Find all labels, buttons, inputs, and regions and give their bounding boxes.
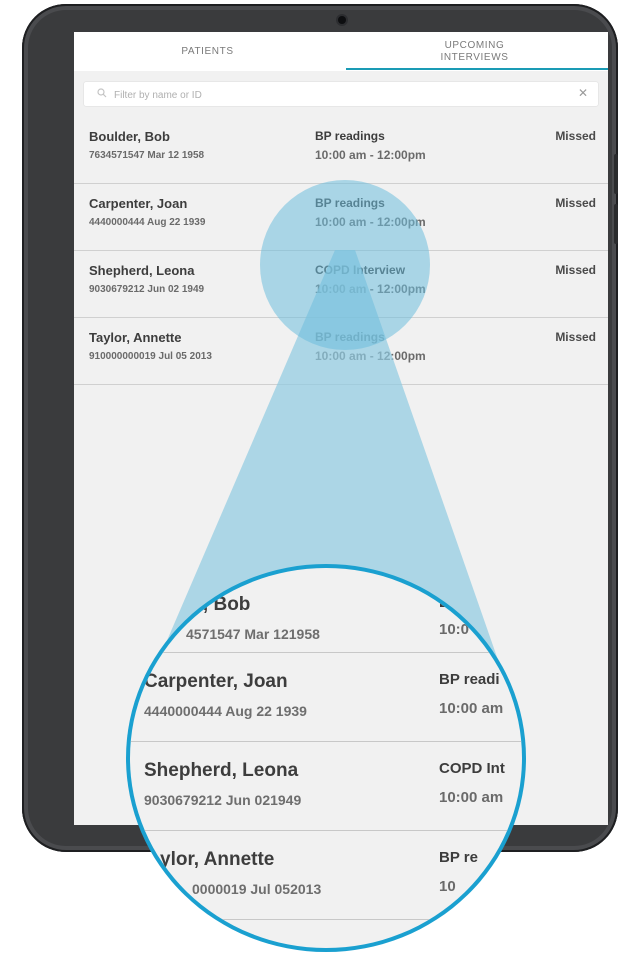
- magnified-interview-type: BP readi: [439, 671, 500, 688]
- magnified-patient-id-dob: 4571547 Mar 121958: [186, 626, 320, 642]
- magnified-interview-type: COPD Int: [439, 760, 505, 777]
- patient-name: Carpenter, Joan: [89, 196, 188, 211]
- magnified-interview-type: B: [439, 594, 450, 611]
- interview-type: BP readings: [315, 196, 385, 210]
- camera-icon: [338, 16, 346, 24]
- status-label: Missed: [555, 196, 596, 210]
- magnified-interview-time: 10:0: [439, 621, 470, 638]
- patient-id-dob: 7634571547 Mar 12 1958: [89, 150, 205, 161]
- interview-type: COPD Interview: [315, 263, 406, 277]
- active-tab-indicator: [346, 68, 608, 70]
- magnifier-lens: er, Bob 4571547 Mar 121958 B 10:0 Carpen…: [130, 568, 522, 948]
- patient-name: Boulder, Bob: [89, 129, 170, 144]
- patient-name: Shepherd, Leona: [89, 263, 195, 278]
- magnified-list: er, Bob 4571547 Mar 121958 B 10:0 Carpen…: [130, 568, 522, 920]
- tab-patients[interactable]: PATIENTS: [74, 32, 341, 71]
- tab-bar: PATIENTS UPCOMING INTERVIEWS: [74, 32, 608, 71]
- interview-type: BP readings: [315, 330, 385, 344]
- list-item[interactable]: Shepherd, Leona 9030679212 Jun 02 1949 C…: [74, 251, 608, 318]
- status-label: Missed: [555, 330, 596, 344]
- list-item[interactable]: Carpenter, Joan 4440000444 Aug 22 1939 B…: [74, 184, 608, 251]
- magnified-list-item: Carpenter, Joan 4440000444 Aug 22 1939 B…: [130, 653, 522, 742]
- magnified-interview-time: 10:00 am: [439, 789, 504, 806]
- interview-time: 10:00 am - 12:00pm: [315, 215, 426, 229]
- magnified-interview-time: 10:00 am: [439, 700, 504, 717]
- list-item[interactable]: Boulder, Bob 7634571547 Mar 12 1958 BP r…: [74, 117, 608, 184]
- magnified-patient-id-dob: 0000019 Jul 052013: [192, 881, 322, 897]
- patient-name: Taylor, Annette: [89, 330, 182, 345]
- volume-up-button: [614, 154, 618, 194]
- filter-input[interactable]: [112, 86, 556, 104]
- magnified-patient-id-dob: 9030679212 Jun 021949: [144, 792, 302, 808]
- magnified-interview-time: 10: [439, 878, 456, 895]
- interview-time: 10:00 am - 12:00pm: [315, 349, 426, 363]
- interview-time: 10:00 am - 12:00pm: [315, 282, 426, 296]
- interview-list: Boulder, Bob 7634571547 Mar 12 1958 BP r…: [74, 117, 608, 385]
- tab-upcoming-interviews[interactable]: UPCOMING INTERVIEWS: [341, 32, 608, 71]
- magnified-patient-id-dob: 4440000444 Aug 22 1939: [144, 703, 307, 719]
- interview-time: 10:00 am - 12:00pm: [315, 148, 426, 162]
- patient-id-dob: 9030679212 Jun 02 1949: [89, 284, 205, 295]
- filter-bar: ✕: [84, 82, 598, 106]
- patient-id-dob: 4440000444 Aug 22 1939: [89, 217, 206, 228]
- volume-down-button: [614, 204, 618, 244]
- status-label: Missed: [555, 129, 596, 143]
- magnified-list-item: er, Bob 4571547 Mar 121958 B 10:0: [130, 568, 522, 653]
- magnified-list-item: Shepherd, Leona 9030679212 Jun 021949 CO…: [130, 742, 522, 831]
- list-item[interactable]: Taylor, Annette 910000000019 Jul 05 2013…: [74, 318, 608, 385]
- status-label: Missed: [555, 263, 596, 277]
- magnified-patient-name: ylor, Annette: [160, 849, 275, 870]
- magnified-interview-type: BP re: [439, 849, 478, 866]
- patient-id-dob: 910000000019 Jul 05 2013: [89, 351, 212, 362]
- clear-icon[interactable]: ✕: [578, 86, 588, 100]
- magnified-patient-name: Shepherd, Leona: [144, 760, 299, 781]
- magnified-patient-name: er, Bob: [186, 594, 251, 615]
- magnified-patient-name: Carpenter, Joan: [144, 671, 288, 692]
- search-icon: [97, 88, 107, 98]
- magnified-list-item: ylor, Annette 0000019 Jul 052013 BP re 1…: [130, 831, 522, 920]
- interview-type: BP readings: [315, 129, 385, 143]
